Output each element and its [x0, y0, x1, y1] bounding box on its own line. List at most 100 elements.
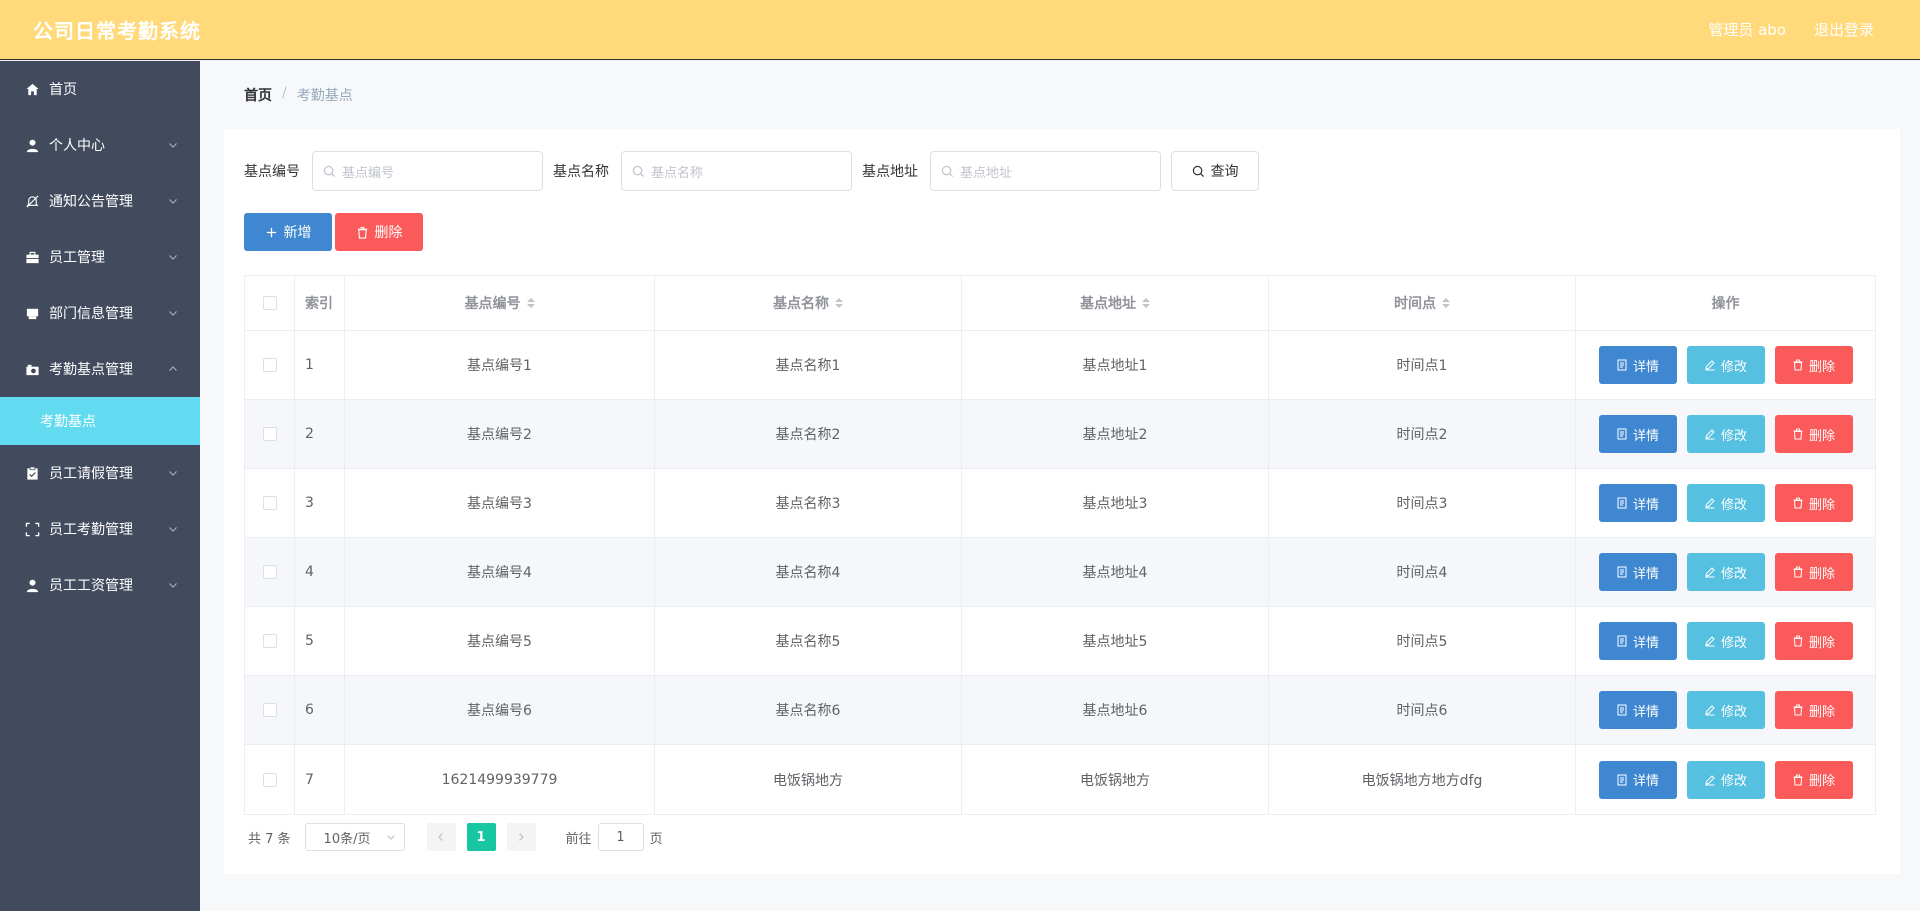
- code-label: 基点编号: [244, 164, 300, 180]
- pagination-total: 共 7 条: [248, 831, 291, 847]
- sidebar-item-department[interactable]: 部门信息管理: [0, 285, 200, 341]
- delete-button[interactable]: 删除: [1774, 691, 1853, 729]
- row-checkbox[interactable]: [262, 427, 277, 441]
- goto-page-input[interactable]: 1: [597, 823, 644, 851]
- row-checkbox[interactable]: [262, 358, 277, 372]
- sidebar-item-attendance[interactable]: 员工考勤管理: [0, 501, 200, 557]
- page-size-select[interactable]: 10条/页: [304, 823, 405, 851]
- sort-icon[interactable]: [1142, 298, 1150, 308]
- delete-label: 删除: [374, 225, 403, 241]
- sort-icon[interactable]: [835, 298, 843, 308]
- sidebar-item-attendance-base[interactable]: 考勤基点管理: [0, 341, 200, 397]
- detail-button[interactable]: 详情: [1598, 691, 1677, 729]
- breadcrumb-current: 考勤基点: [296, 88, 353, 104]
- detail-label: 详情: [1632, 704, 1659, 720]
- edit-button[interactable]: 修改: [1686, 484, 1765, 522]
- row-checkbox-cell: [245, 400, 295, 468]
- sidebar-subitem-attendance-base[interactable]: 考勤基点: [0, 397, 200, 445]
- delete-button[interactable]: 删除: [1774, 346, 1853, 384]
- row-name: 基点名称2: [655, 400, 962, 468]
- frame-icon: [24, 521, 40, 537]
- edit-button[interactable]: 修改: [1686, 346, 1765, 384]
- row-ops: 详情 修改 删除: [1576, 607, 1875, 675]
- row-checkbox[interactable]: [262, 634, 277, 648]
- row-code: 基点编号1: [345, 331, 655, 399]
- header-addr[interactable]: 基点地址: [962, 276, 1269, 330]
- bulk-delete-button[interactable]: 删除: [335, 213, 423, 251]
- delete-button[interactable]: 删除: [1774, 415, 1853, 453]
- row-checkbox[interactable]: [262, 565, 277, 579]
- edit-button[interactable]: 修改: [1686, 553, 1765, 591]
- sidebar-item-notice[interactable]: 通知公告管理: [0, 173, 200, 229]
- sort-icon[interactable]: [1442, 298, 1450, 308]
- table-body: 1 基点编号1 基点名称1 基点地址1 时间点1 详情 修改 删除 2 基点编号2 基点名称2 基点地…: [245, 331, 1875, 814]
- prev-page-button[interactable]: [426, 823, 456, 851]
- header-code[interactable]: 基点编号: [345, 276, 655, 330]
- row-checkbox[interactable]: [262, 496, 277, 510]
- row-ops: 详情 修改 删除: [1576, 538, 1875, 606]
- detail-label: 详情: [1632, 635, 1659, 651]
- document-icon: [1617, 774, 1627, 785]
- edit-button[interactable]: 修改: [1686, 622, 1765, 660]
- sidebar-item-leave[interactable]: 员工请假管理: [0, 445, 200, 501]
- select-all-checkbox[interactable]: [262, 296, 277, 310]
- detail-label: 详情: [1632, 359, 1659, 375]
- edit-button[interactable]: 修改: [1686, 691, 1765, 729]
- row-checkbox[interactable]: [262, 703, 277, 717]
- delete-button[interactable]: 删除: [1774, 760, 1853, 799]
- header-time[interactable]: 时间点: [1269, 276, 1576, 330]
- row-checkbox-cell: [245, 607, 295, 675]
- delete-label: 删除: [1808, 635, 1835, 651]
- delete-button[interactable]: 删除: [1774, 622, 1853, 660]
- clipboard-icon: [24, 465, 40, 481]
- code-search-input[interactable]: 基点编号: [312, 151, 543, 191]
- row-checkbox-cell: [245, 745, 295, 814]
- next-page-button[interactable]: [506, 823, 536, 851]
- add-button[interactable]: 新增: [244, 213, 332, 251]
- sidebar-item-label: 考勤基点管理: [49, 362, 133, 378]
- edit-label: 修改: [1720, 428, 1747, 444]
- search-icon: [632, 165, 645, 177]
- data-table: 索引 基点编号 基点名称 基点地址 时间点 操作 1 基点编号1 基点名称1 基点地址…: [244, 275, 1876, 815]
- query-button[interactable]: 查询: [1171, 151, 1259, 191]
- sidebar-item-employee[interactable]: 员工管理: [0, 229, 200, 285]
- camera-icon: [24, 361, 40, 377]
- edit-label: 修改: [1720, 566, 1747, 582]
- logout-link[interactable]: 退出登录: [1814, 19, 1874, 40]
- detail-button[interactable]: 详情: [1598, 484, 1677, 522]
- breadcrumb-home[interactable]: 首页: [244, 85, 272, 105]
- row-checkbox[interactable]: [262, 772, 277, 787]
- row-addr: 电饭锅地方: [962, 745, 1269, 814]
- edit-icon: [1705, 567, 1715, 578]
- row-addr: 基点地址1: [962, 331, 1269, 399]
- edit-button[interactable]: 修改: [1686, 760, 1765, 799]
- sidebar-item-label: 员工请假管理: [49, 466, 133, 482]
- page-number-current[interactable]: 1: [466, 823, 496, 851]
- table-row: 2 基点编号2 基点名称2 基点地址2 时间点2 详情 修改 删除: [245, 400, 1875, 469]
- pagination: 共 7 条 10条/页 1 前往 1 页: [248, 823, 663, 851]
- detail-button[interactable]: 详情: [1598, 415, 1677, 453]
- detail-button[interactable]: 详情: [1598, 346, 1677, 384]
- detail-button[interactable]: 详情: [1598, 760, 1677, 799]
- addr-placeholder: 基点地址: [960, 165, 1013, 181]
- detail-button[interactable]: 详情: [1598, 553, 1677, 591]
- delete-button[interactable]: 删除: [1774, 484, 1853, 522]
- edit-button[interactable]: 修改: [1686, 415, 1765, 453]
- detail-button[interactable]: 详情: [1598, 622, 1677, 660]
- edit-icon: [1705, 705, 1715, 716]
- addr-search-input[interactable]: 基点地址: [930, 151, 1161, 191]
- name-search-input[interactable]: 基点名称: [621, 151, 852, 191]
- delete-button[interactable]: 删除: [1774, 553, 1853, 591]
- sort-icon[interactable]: [526, 298, 535, 308]
- main-content: 首页 / 考勤基点 基点编号 基点编号 基点名称 基点名称 基点地址 基点地址: [200, 61, 1920, 911]
- edit-label: 修改: [1720, 635, 1747, 651]
- row-index: 1: [295, 331, 345, 399]
- sidebar-item-personal-center[interactable]: 个人中心: [0, 117, 200, 173]
- edit-label: 修改: [1720, 359, 1747, 375]
- sidebar-item-home[interactable]: 首页: [0, 61, 200, 117]
- header-name[interactable]: 基点名称: [655, 276, 962, 330]
- page-jumper: 前往 1 页: [566, 823, 663, 851]
- header-ops: 操作: [1711, 296, 1740, 312]
- sidebar-item-salary[interactable]: 员工工资管理: [0, 557, 200, 613]
- search-icon: [323, 165, 336, 177]
